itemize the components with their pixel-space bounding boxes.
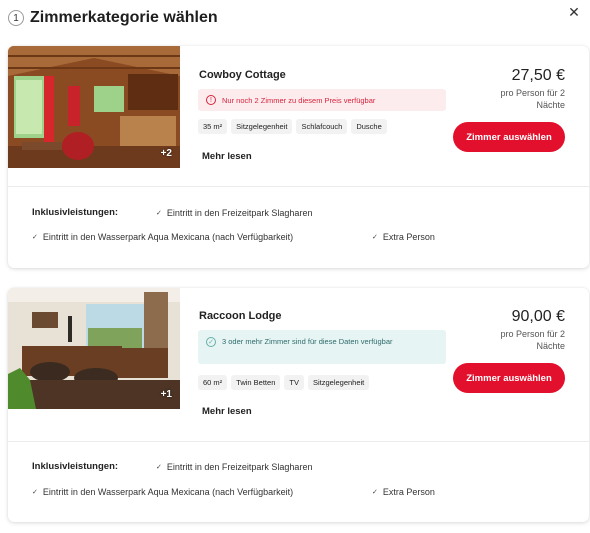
- close-icon[interactable]: ✕: [566, 4, 582, 20]
- alert-circle-icon: !: [206, 95, 216, 105]
- inclusion-text: Eintritt in den Freizeitpark Slagharen: [166, 462, 313, 472]
- read-more-link[interactable]: Mehr lesen: [202, 151, 252, 162]
- inclusion-text: Eintritt in den Wasserpark Aqua Mexicana…: [42, 487, 294, 497]
- check-icon: ✓: [156, 210, 162, 217]
- feature-tag: TV: [284, 375, 304, 390]
- inclusion-item: ✓ Extra Person: [372, 487, 435, 497]
- inclusion-item: ✓ Eintritt in den Freizeitpark Slagharen: [156, 208, 312, 218]
- inclusion-item: ✓ Extra Person: [372, 232, 435, 242]
- feature-tags: 60 m² Twin Betten TV Sitzgelegenheit: [198, 375, 370, 390]
- read-more-link[interactable]: Mehr lesen: [202, 406, 252, 417]
- check-icon: ✓: [32, 234, 38, 241]
- room-photo-image: [8, 288, 180, 409]
- feature-tag: 35 m²: [198, 119, 228, 134]
- price: 27,50 €: [511, 67, 565, 84]
- availability-notice-text: 3 oder mehr Zimmer sind für diese Daten …: [222, 337, 393, 346]
- check-icon: ✓: [372, 489, 378, 496]
- dialog-header: 1 Zimmerkategorie wählen: [8, 6, 218, 30]
- room-name: Cowboy Cottage: [199, 69, 286, 81]
- check-icon: ✓: [372, 234, 378, 241]
- step-number-badge: 1: [8, 10, 24, 26]
- room-card-raccoon-lodge: +1 Raccoon Lodge ✓ 3 oder mehr Zimmer si…: [8, 288, 589, 522]
- feature-tag: 60 m²: [198, 375, 228, 390]
- inclusion-text: Eintritt in den Freizeitpark Slagharen: [166, 208, 313, 218]
- inclusion-item: ✓ Eintritt in den Wasserpark Aqua Mexica…: [32, 487, 293, 497]
- inclusion-item: ✓ Eintritt in den Wasserpark Aqua Mexica…: [32, 232, 293, 242]
- room-card-cowboy-cottage: +2 Cowboy Cottage ! Nur noch 2 Zimmer zu…: [8, 46, 589, 268]
- price-subtext: pro Person für 2 Nächte: [500, 88, 565, 110]
- availability-warning-text: Nur noch 2 Zimmer zu diesem Preis verfüg…: [222, 95, 376, 105]
- price-subtext: pro Person für 2 Nächte: [500, 329, 565, 351]
- availability-notice: ✓ 3 oder mehr Zimmer sind für diese Date…: [198, 330, 446, 364]
- inclusion-text: Eintritt in den Wasserpark Aqua Mexicana…: [42, 232, 294, 242]
- select-room-button[interactable]: Zimmer auswählen: [453, 122, 565, 152]
- feature-tag: Dusche: [351, 119, 387, 134]
- select-room-button[interactable]: Zimmer auswählen: [453, 363, 565, 393]
- feature-tag: Twin Betten: [231, 375, 281, 390]
- dialog-title: Zimmerkategorie wählen: [30, 9, 218, 26]
- divider: [8, 441, 589, 442]
- check-circle-icon: ✓: [206, 337, 216, 347]
- photo-count-badge: +1: [160, 389, 172, 400]
- price: 90,00 €: [511, 308, 565, 325]
- feature-tag: Sitzgelegenheit: [231, 119, 293, 134]
- inclusions-label: Inklusivleistungen:: [32, 461, 119, 472]
- feature-tags: 35 m² Sitzgelegenheit Schlafcouch Dusche: [198, 119, 387, 134]
- inclusion-text: Extra Person: [382, 487, 435, 497]
- inclusion-item: ✓ Eintritt in den Freizeitpark Slagharen: [156, 462, 312, 472]
- photo-count-badge: +2: [160, 148, 172, 159]
- room-photo-image: [8, 46, 180, 168]
- divider: [8, 186, 589, 187]
- availability-warning: ! Nur noch 2 Zimmer zu diesem Preis verf…: [198, 89, 446, 111]
- check-icon: ✓: [32, 489, 38, 496]
- room-name: Raccoon Lodge: [199, 310, 282, 322]
- room-photo[interactable]: +1: [8, 288, 180, 409]
- check-icon: ✓: [156, 464, 162, 471]
- feature-tag: Schlafcouch: [296, 119, 348, 134]
- feature-tag: Sitzgelegenheit: [307, 375, 370, 390]
- room-photo[interactable]: +2: [8, 46, 180, 168]
- inclusions-label: Inklusivleistungen:: [32, 207, 119, 218]
- inclusion-text: Extra Person: [382, 232, 435, 242]
